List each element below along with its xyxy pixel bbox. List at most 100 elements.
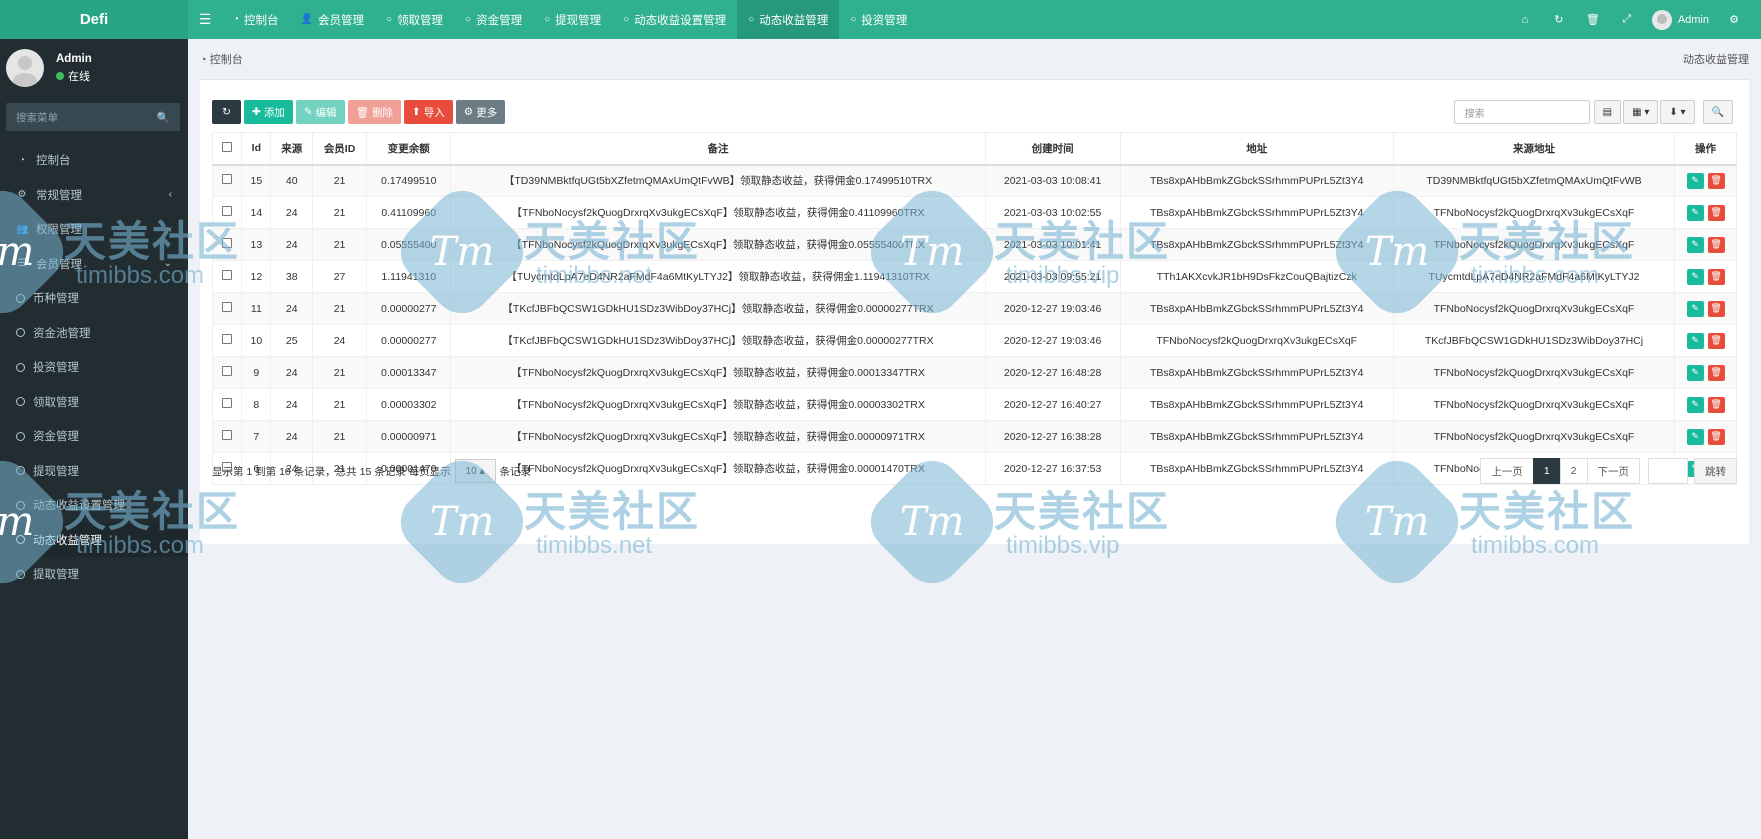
cogs-icon[interactable]: ⚙ — [1717, 13, 1751, 26]
tab-0[interactable]: ◔ 控制台 — [222, 0, 290, 39]
row-checkbox[interactable] — [222, 366, 233, 376]
tab-6[interactable]: ○ 动态收益管理 — [737, 0, 840, 39]
row-checkbox-cell[interactable] — [211, 260, 243, 293]
menu-toggle-icon[interactable]: ☰ — [188, 11, 222, 28]
tab-7[interactable]: ○ 投资管理 — [839, 0, 918, 39]
next-page-button[interactable]: 下一页 — [1586, 458, 1640, 484]
delete-icon[interactable]: 🗑 — [1707, 364, 1725, 381]
sidebar-item-7[interactable]: 领取管理 — [0, 385, 188, 420]
circle-icon: ○ — [386, 14, 393, 25]
delete-icon[interactable]: 🗑 — [1707, 332, 1725, 349]
row-checkbox-cell[interactable] — [211, 388, 243, 421]
page-jump-button[interactable]: 跳转 — [1694, 458, 1737, 484]
page-jump-input[interactable] — [1648, 458, 1688, 484]
sidebar-item-10[interactable]: 动态收益设置管理 — [0, 488, 188, 523]
row-checkbox-cell[interactable] — [211, 420, 243, 453]
fullscreen-icon[interactable]: ⤢ — [1610, 13, 1644, 26]
refresh-icon[interactable]: ↻ — [1542, 13, 1576, 26]
home-icon[interactable]: ⌂ — [1508, 14, 1542, 26]
delete-icon[interactable]: 🗑 — [1707, 172, 1725, 189]
sidebar-search-input[interactable]: 搜索菜单 🔍 — [6, 103, 180, 131]
row-checkbox[interactable] — [222, 398, 233, 408]
table-cell: 【TFNboNocysf2kQuogDrxrqXv3ukgECsXqF】领取静态… — [450, 228, 986, 261]
sidebar: Admin 在线 搜索菜单 🔍 ◔ 控制台 ⚙ 常规管理 ‹ 👥 权限管理 ‹ ☰ 会员管理 ⌄ 币种… — [0, 39, 188, 839]
row-checkbox[interactable] — [222, 238, 233, 248]
edit-icon[interactable]: ✎ — [1686, 236, 1704, 253]
user-menu[interactable]: Admin — [1644, 9, 1717, 30]
sidebar-item-9[interactable]: 提现管理 — [0, 454, 188, 489]
delete-button[interactable]: 🗑 删除 — [347, 100, 401, 124]
toolbar: ↻ ✚ 添加 ✎ 编辑 🗑 删除 ⬆ 导入 ⚙ 更多 — [212, 100, 506, 124]
sidebar-item-4[interactable]: 币种管理 — [0, 281, 188, 316]
table-search-input[interactable]: 搜索 — [1453, 100, 1590, 124]
checkbox[interactable] — [222, 141, 233, 152]
edit-button[interactable]: ✎ 编辑 — [295, 100, 345, 124]
delete-icon[interactable]: 🗑 — [1707, 268, 1725, 285]
tab-4[interactable]: ○ 提现管理 — [533, 0, 612, 39]
toggle-view-button[interactable]: ▤ — [1593, 100, 1622, 124]
sidebar-item-label: 提取管理 — [33, 569, 79, 582]
row-checkbox-cell[interactable] — [211, 292, 243, 325]
row-checkbox-cell[interactable] — [211, 356, 243, 389]
sidebar-item-5[interactable]: 资金池管理 — [0, 316, 188, 351]
row-checkbox[interactable] — [222, 174, 233, 185]
table-cell: TFNboNocysf2kQuogDrxrqXv3ukgECsXqF — [1392, 292, 1676, 325]
tab-3[interactable]: ○ 资金管理 — [454, 0, 533, 39]
row-checkbox-cell[interactable] — [211, 196, 243, 229]
row-checkbox[interactable] — [222, 334, 233, 344]
edit-icon[interactable]: ✎ — [1686, 204, 1704, 221]
import-button[interactable]: ⬆ 导入 — [403, 100, 453, 124]
trash-icon[interactable]: 🗑 — [1576, 13, 1610, 26]
delete-icon[interactable]: 🗑 — [1707, 204, 1725, 221]
edit-icon[interactable]: ✎ — [1686, 172, 1704, 189]
edit-icon[interactable]: ✎ — [1686, 396, 1704, 413]
breadcrumb-home[interactable]: ◔ 控制台 — [200, 51, 243, 67]
select-all-checkbox[interactable] — [211, 132, 243, 166]
table-cell: 8 — [241, 388, 272, 421]
row-checkbox[interactable] — [222, 430, 233, 440]
row-checkbox-cell[interactable] — [211, 228, 243, 261]
edit-icon[interactable]: ✎ — [1686, 300, 1704, 317]
circle-icon — [16, 431, 25, 441]
edit-icon[interactable]: ✎ — [1686, 332, 1704, 349]
actions-cell: ✎🗑 — [1674, 388, 1737, 421]
sidebar-item-1[interactable]: ⚙ 常规管理 ‹ — [0, 178, 188, 213]
export-button[interactable]: ⬇ ▾ — [1660, 100, 1695, 124]
row-checkbox[interactable] — [222, 270, 233, 280]
edit-icon[interactable]: ✎ — [1686, 428, 1704, 445]
chevron-icon: ⌄ — [163, 258, 172, 270]
sidebar-item-6[interactable]: 投资管理 — [0, 350, 188, 385]
sidebar-item-8[interactable]: 资金管理 — [0, 419, 188, 454]
columns-button[interactable]: ▦ ▾ — [1623, 100, 1659, 124]
row-checkbox-cell[interactable] — [211, 324, 243, 357]
sidebar-item-3[interactable]: ☰ 会员管理 ⌄ — [0, 247, 188, 282]
sidebar-item-2[interactable]: 👥 权限管理 ‹ — [0, 212, 188, 247]
tab-2[interactable]: ○ 领取管理 — [375, 0, 454, 39]
page-button-2[interactable]: 2 — [1559, 458, 1588, 484]
column-header: 来源 — [270, 132, 314, 166]
refresh-button[interactable]: ↻ — [212, 100, 241, 124]
delete-icon[interactable]: 🗑 — [1707, 396, 1725, 413]
delete-icon[interactable]: 🗑 — [1707, 236, 1725, 253]
row-checkbox-cell[interactable] — [211, 164, 243, 197]
search-button[interactable]: 🔍 — [1702, 100, 1733, 124]
delete-icon[interactable]: 🗑 — [1707, 428, 1725, 445]
sidebar-item-11[interactable]: 动态收益管理 — [0, 522, 188, 557]
prev-page-button[interactable]: 上一页 — [1480, 458, 1534, 484]
delete-icon[interactable]: 🗑 — [1707, 300, 1725, 317]
search-icon[interactable]: 🔍 — [157, 111, 170, 124]
page-size-select[interactable]: 10 ▴ — [454, 459, 496, 483]
edit-icon[interactable]: ✎ — [1686, 364, 1704, 381]
row-checkbox[interactable] — [222, 302, 233, 312]
add-button[interactable]: ✚ 添加 — [244, 100, 293, 124]
page-button-1[interactable]: 1 — [1532, 458, 1561, 484]
app-logo[interactable]: Defi — [0, 0, 188, 39]
table-cell: 【TKcfJBFbQCSW1GDkHU1SDz3WibDoy37HCj】领取静态… — [450, 324, 986, 357]
sidebar-item-12[interactable]: 提取管理 — [0, 557, 188, 592]
row-checkbox[interactable] — [222, 206, 233, 216]
tab-5[interactable]: ○ 动态收益设置管理 — [612, 0, 737, 39]
more-button[interactable]: ⚙ 更多 — [455, 100, 506, 124]
sidebar-item-0[interactable]: ◔ 控制台 — [0, 143, 188, 178]
edit-icon[interactable]: ✎ — [1686, 268, 1704, 285]
tab-1[interactable]: 👤 会员管理 — [290, 0, 375, 39]
